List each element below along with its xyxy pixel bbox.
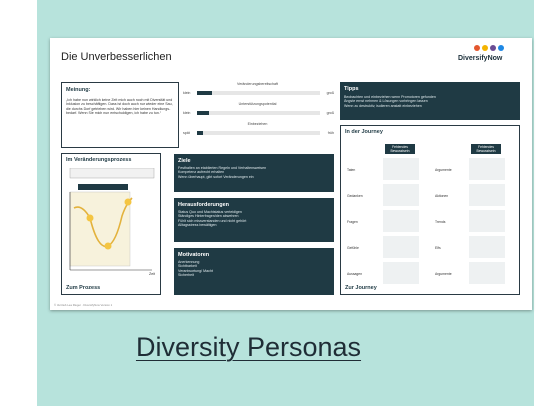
journey-cell <box>383 236 419 258</box>
prozess-box: Im Veränderungsprozess Zeit Zum Prozess <box>61 153 161 295</box>
journey-row-label: Argumente <box>435 168 452 172</box>
diversifynow-logo: DiversifyNow <box>458 45 518 67</box>
ziele-box: Ziele Festhalten an etablierten Regeln u… <box>174 154 334 192</box>
slide-footer: © Vertrieb Lea Rieger · DiversifyNow Ver… <box>54 303 113 307</box>
scale-einbeziehen: Einbeziehen spät früh <box>183 122 334 135</box>
scale-veraenderungsbereitschaft: Veränderungsbereitschaft klein groß <box>183 82 334 95</box>
journey-row-label: Aussagen <box>347 272 363 276</box>
meinung-heading: Meinung: <box>66 87 91 93</box>
tipp-item: Wenn zu destruktiv, isolieren anstatt ei… <box>344 103 422 108</box>
motivator-item: Sicherheit <box>178 273 194 278</box>
zum-prozess-link[interactable]: Zum Prozess <box>66 285 100 291</box>
meinung-box: Meinung: „Ich habe nun wirklich keine Ze… <box>61 82 179 148</box>
journey-cell <box>383 210 419 232</box>
journey-row-label: Gefühle <box>347 246 359 250</box>
journey-heading: In der Journey <box>345 129 383 135</box>
journey-row-label: Taten <box>347 168 356 172</box>
motivatoren-heading: Motivatoren <box>178 252 210 258</box>
journey-cell <box>469 236 505 258</box>
persona-card-title-link[interactable]: Diversity Personas <box>0 332 497 363</box>
slide-title: Die Unverbesserlichen <box>61 51 172 63</box>
herausforderungen-heading: Herausforderungen <box>178 202 230 208</box>
motivatoren-box: Motivatoren Anerkennung Sichtbarkeit Ver… <box>174 248 334 295</box>
herausforderungen-box: Herausforderungen Status Quo und Machtst… <box>174 198 334 242</box>
tipps-box: Tipps Beobachten und einbeziehen wenn Pr… <box>340 82 520 120</box>
journey-cell <box>469 158 505 180</box>
scale-unterstuetzungspotential: Unterstützungspotential klein groß <box>183 102 334 115</box>
journey-cell <box>383 158 419 180</box>
journey-cell <box>383 262 419 284</box>
prozess-axis-label: Zeit <box>149 272 155 276</box>
persona-slide-thumbnail[interactable]: Die Unverbesserlichen DiversifyNow Meinu… <box>50 38 532 310</box>
herausforderung-item: Alltagsstress bewältigen <box>178 223 217 228</box>
journey-row-label: Argumente <box>435 272 452 276</box>
prozess-heading: Im Veränderungsprozess <box>66 157 132 163</box>
journey-box: In der Journey Fehlendes Bewusstsein Feh… <box>340 125 520 295</box>
journey-row-label: Gedanken <box>347 194 363 198</box>
scale-level-0 <box>197 91 212 95</box>
ziele-heading: Ziele <box>178 158 191 164</box>
scale-level-1 <box>197 111 210 115</box>
zur-journey-link[interactable]: Zur Journey <box>345 285 377 291</box>
ziel-item: Wenn überhaupt, gibt sofort Veränderunge… <box>178 174 254 179</box>
journey-row-label: Trends <box>435 220 446 224</box>
meinung-quote: „Ich habe nun wirklich keine Zeit mich a… <box>66 98 173 116</box>
journey-cell <box>469 184 505 206</box>
scale-level-2 <box>197 131 204 135</box>
tipps-heading: Tipps <box>344 86 359 92</box>
journey-cell <box>469 210 505 232</box>
journey-column-right: Fehlendes Bewusstsein <box>471 144 501 154</box>
journey-row-label: Elfs <box>435 246 441 250</box>
journey-row-label: Fragen <box>347 220 358 224</box>
journey-cell <box>383 184 419 206</box>
journey-cell <box>469 262 505 284</box>
journey-row-label: Aktionen <box>435 194 449 198</box>
change-curve-graphic <box>69 168 155 271</box>
journey-column-left: Fehlendes Bewusstsein <box>385 144 415 154</box>
